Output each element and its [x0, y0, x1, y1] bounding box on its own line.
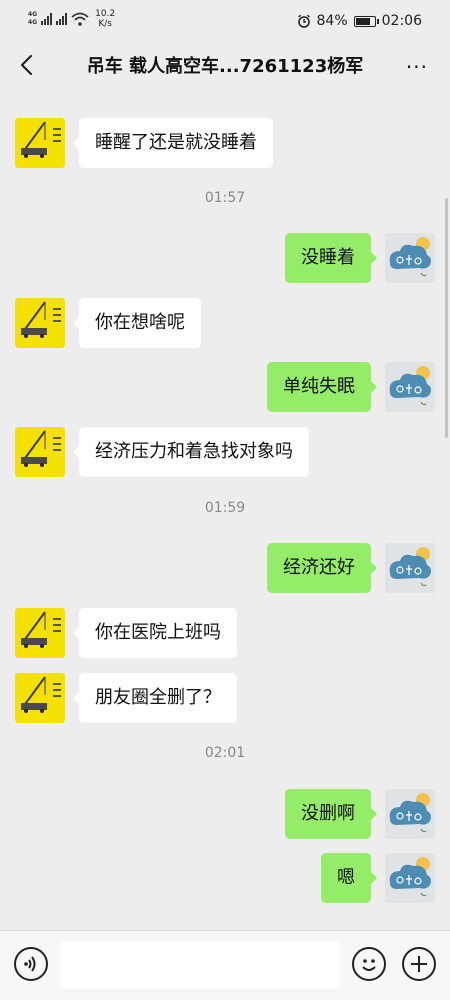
signal-icon-2: [56, 13, 68, 25]
status-right: 84% 02:06: [297, 13, 422, 29]
message-bubble[interactable]: 朋友圈全删了？: [73, 673, 237, 723]
crane-avatar-graphic: [15, 118, 65, 168]
back-arrow-icon[interactable]: [14, 51, 42, 79]
wifi-icon: [71, 12, 89, 26]
my-avatar[interactable]: [385, 233, 435, 283]
plus-icon: [411, 956, 427, 972]
network-indicator: 4G 4G: [28, 11, 37, 27]
signal-icon: [41, 13, 53, 25]
crane-avatar-graphic: [15, 298, 65, 348]
status-bar: 4G 4G 10.2 K/s 84% 02:06: [0, 0, 450, 42]
outgoing-message: 没删啊: [0, 789, 450, 839]
my-avatar[interactable]: [385, 853, 435, 903]
message-bubble[interactable]: 你在想啥呢: [73, 298, 201, 348]
battery-percent: 84%: [316, 13, 348, 29]
network-type-bottom: 4G: [28, 19, 38, 26]
battery-icon: [353, 15, 379, 27]
message-bubble[interactable]: 经济还好: [267, 543, 377, 593]
voice-icon: [24, 956, 36, 972]
crane-avatar-graphic: [15, 673, 65, 723]
emoji-icon: [362, 959, 376, 971]
network-type-top: 4G: [28, 11, 38, 18]
message-bubble[interactable]: 经济压力和着急找对象吗: [73, 427, 309, 477]
message-bubble[interactable]: 嗯: [321, 853, 377, 903]
battery-fill: [355, 17, 370, 25]
message-bubble[interactable]: 没睡着: [285, 233, 377, 283]
message-bubble[interactable]: 你在医院上班吗: [73, 608, 237, 658]
cloud-avatar-graphic: [385, 789, 435, 839]
plus-button[interactable]: [402, 947, 436, 981]
contact-avatar[interactable]: [15, 118, 65, 168]
message-input[interactable]: [60, 941, 340, 989]
timestamp: 02:01: [204, 745, 246, 761]
timestamp: 01:59: [204, 500, 246, 516]
clock: 02:06: [381, 13, 422, 29]
incoming-message: 经济压力和着急找对象吗: [0, 427, 450, 477]
alarm-icon: [297, 14, 310, 28]
voice-button[interactable]: [14, 947, 48, 981]
input-bar: [0, 930, 450, 1000]
incoming-message: 睡醒了还是就没睡着: [0, 118, 450, 168]
more-options-icon[interactable]: ···: [406, 55, 428, 79]
crane-avatar-graphic: [15, 427, 65, 477]
contact-avatar[interactable]: [15, 298, 65, 348]
my-avatar[interactable]: [385, 543, 435, 593]
network-speed: 10.2 K/s: [95, 9, 115, 29]
cloud-avatar-graphic: [385, 233, 435, 283]
outgoing-message: 经济还好: [0, 543, 450, 593]
status-left: 4G 4G 10.2 K/s: [28, 9, 115, 29]
outgoing-message: 嗯: [0, 853, 450, 903]
contact-avatar[interactable]: [15, 427, 65, 477]
my-avatar[interactable]: [385, 362, 435, 412]
message-bubble[interactable]: 睡醒了还是就没睡着: [73, 118, 273, 168]
chat-header: 吊车 载人高空车...7261123杨军 ···: [0, 42, 450, 88]
outgoing-message: 没睡着: [0, 233, 450, 283]
outgoing-message: 单纯失眠: [0, 362, 450, 412]
network-speed-unit: K/s: [98, 19, 112, 29]
contact-avatar[interactable]: [15, 673, 65, 723]
timestamp: 01:57: [204, 190, 246, 206]
network-speed-value: 10.2: [95, 9, 116, 19]
cloud-avatar-graphic: [385, 853, 435, 903]
scrollbar[interactable]: [445, 198, 448, 438]
incoming-message: 朋友圈全删了？: [0, 673, 450, 723]
cloud-avatar-graphic: [385, 543, 435, 593]
emoji-button[interactable]: [352, 947, 386, 981]
incoming-message: 你在想啥呢: [0, 298, 450, 348]
cloud-avatar-graphic: [385, 362, 435, 412]
message-bubble[interactable]: 单纯失眠: [267, 362, 377, 412]
chat-title: 吊车 载人高空车...7261123杨军: [86, 56, 364, 77]
contact-avatar[interactable]: [15, 608, 65, 658]
message-bubble[interactable]: 没删啊: [285, 789, 377, 839]
crane-avatar-graphic: [15, 608, 65, 658]
my-avatar[interactable]: [385, 789, 435, 839]
incoming-message: 你在医院上班吗: [0, 608, 450, 658]
